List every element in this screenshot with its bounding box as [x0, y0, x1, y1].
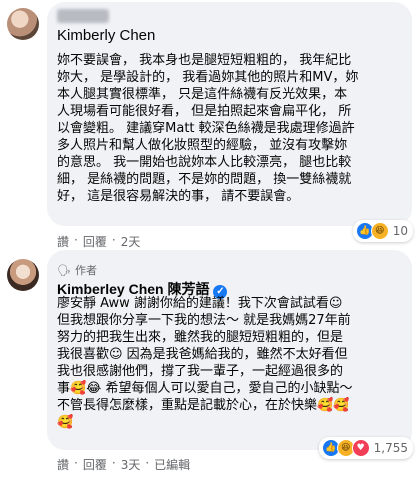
comment-author[interactable]: Kimberly Chen	[57, 27, 155, 44]
comment-text: 廖安靜 Aww 謝謝你給的建議！我下次會試試看☺ 但我想跟你分享一下我的想法～ …	[57, 295, 389, 431]
comment-line: 我很喜歡☺ 因為是我爸媽給我的，雖然不太好看但	[57, 347, 348, 362]
heart-icon: ♥	[351, 439, 370, 457]
comment-line: 妳大， 是學設計的， 我看過妳其他的照片和MV，妳	[57, 70, 359, 85]
comment-line: 妳不要誤會， 我本身也是腿短短粗粗的， 我年紀比	[57, 53, 352, 68]
reaction-summary[interactable]: 👍 😆 10	[352, 220, 413, 242]
reply-button[interactable]: 回覆	[83, 456, 107, 473]
comment-line: 本人腿其實很標準， 只是這件絲襪有反光效果，本	[57, 87, 348, 102]
comment-line: 🥰	[57, 415, 74, 430]
edited-label[interactable]: 已編輯	[154, 456, 190, 473]
comment-line: 的意思。 我一開始也說妳本人比較漂亮， 腿也比較	[57, 155, 352, 170]
author-badge: 🗣 作者	[57, 262, 97, 278]
comment-line: 事🥰😂 希望每個人可以愛自己，愛自己的小缺點～	[57, 381, 353, 396]
separator: ·	[111, 456, 116, 470]
comment-actions: 讚 · 回覆 · 2天	[57, 233, 140, 250]
blurred-name	[57, 9, 109, 23]
separator: ·	[74, 233, 78, 247]
author-badge-label: 作者	[74, 264, 97, 277]
like-button[interactable]: 讚	[57, 456, 69, 473]
avatar[interactable]	[7, 8, 39, 40]
reaction-summary[interactable]: 👍 😆 ♥ 1,755	[318, 437, 413, 459]
comment-actions: 讚 · 回覆 · 3天 · 已編輯	[57, 456, 190, 473]
comment-line: 努力的把我生出來，雖然我的腿短短粗粗的，但是	[57, 330, 344, 345]
like-button[interactable]: 讚	[57, 233, 69, 250]
comment-line: 以會變粗。 建議穿Matt 較深色絲襪是我處理修過許	[57, 121, 355, 136]
reaction-count: 1,755	[373, 441, 408, 455]
separator: ·	[145, 456, 150, 470]
comment-line: 好， 這是很容易解決的事， 請不要誤會。	[57, 189, 300, 204]
separator: ·	[74, 456, 78, 470]
timestamp[interactable]: 3天	[121, 456, 141, 473]
comment-line: 廖安靜 Aww 謝謝你給的建議！我下次會試試看☺	[57, 296, 343, 311]
author-icon: 🗣	[57, 263, 71, 277]
comment-line: 不管長得怎麼樣，重點是記載於心，在於快樂🥰🥰	[57, 398, 350, 413]
comment-line: 細， 是絲襪的問題，不是妳的問題， 換一雙絲襪就	[57, 172, 352, 187]
laugh-icon: 😆	[370, 222, 389, 240]
comment-text: 妳不要誤會， 我本身也是腿短短粗粗的， 我年紀比 妳大， 是學設計的， 我看過妳…	[57, 52, 389, 205]
reaction-count: 10	[392, 224, 408, 238]
avatar[interactable]	[7, 259, 39, 291]
comment-line: 但我想跟你分享一下我的想法～ 就是我媽媽27年前	[57, 313, 351, 328]
comment-line: 人現場看可能很好看， 但是拍照起來會扁平化， 所	[57, 104, 352, 119]
comment-line: 多人照片和幫人做化妝照型的經驗， 並沒有攻擊妳	[57, 138, 348, 153]
reply-button[interactable]: 回覆	[83, 233, 107, 250]
comment-line: 我也很感謝他們，撐了我一輩子，一起經過很多的	[57, 364, 344, 379]
separator: ·	[111, 233, 116, 247]
timestamp[interactable]: 2天	[121, 233, 141, 250]
